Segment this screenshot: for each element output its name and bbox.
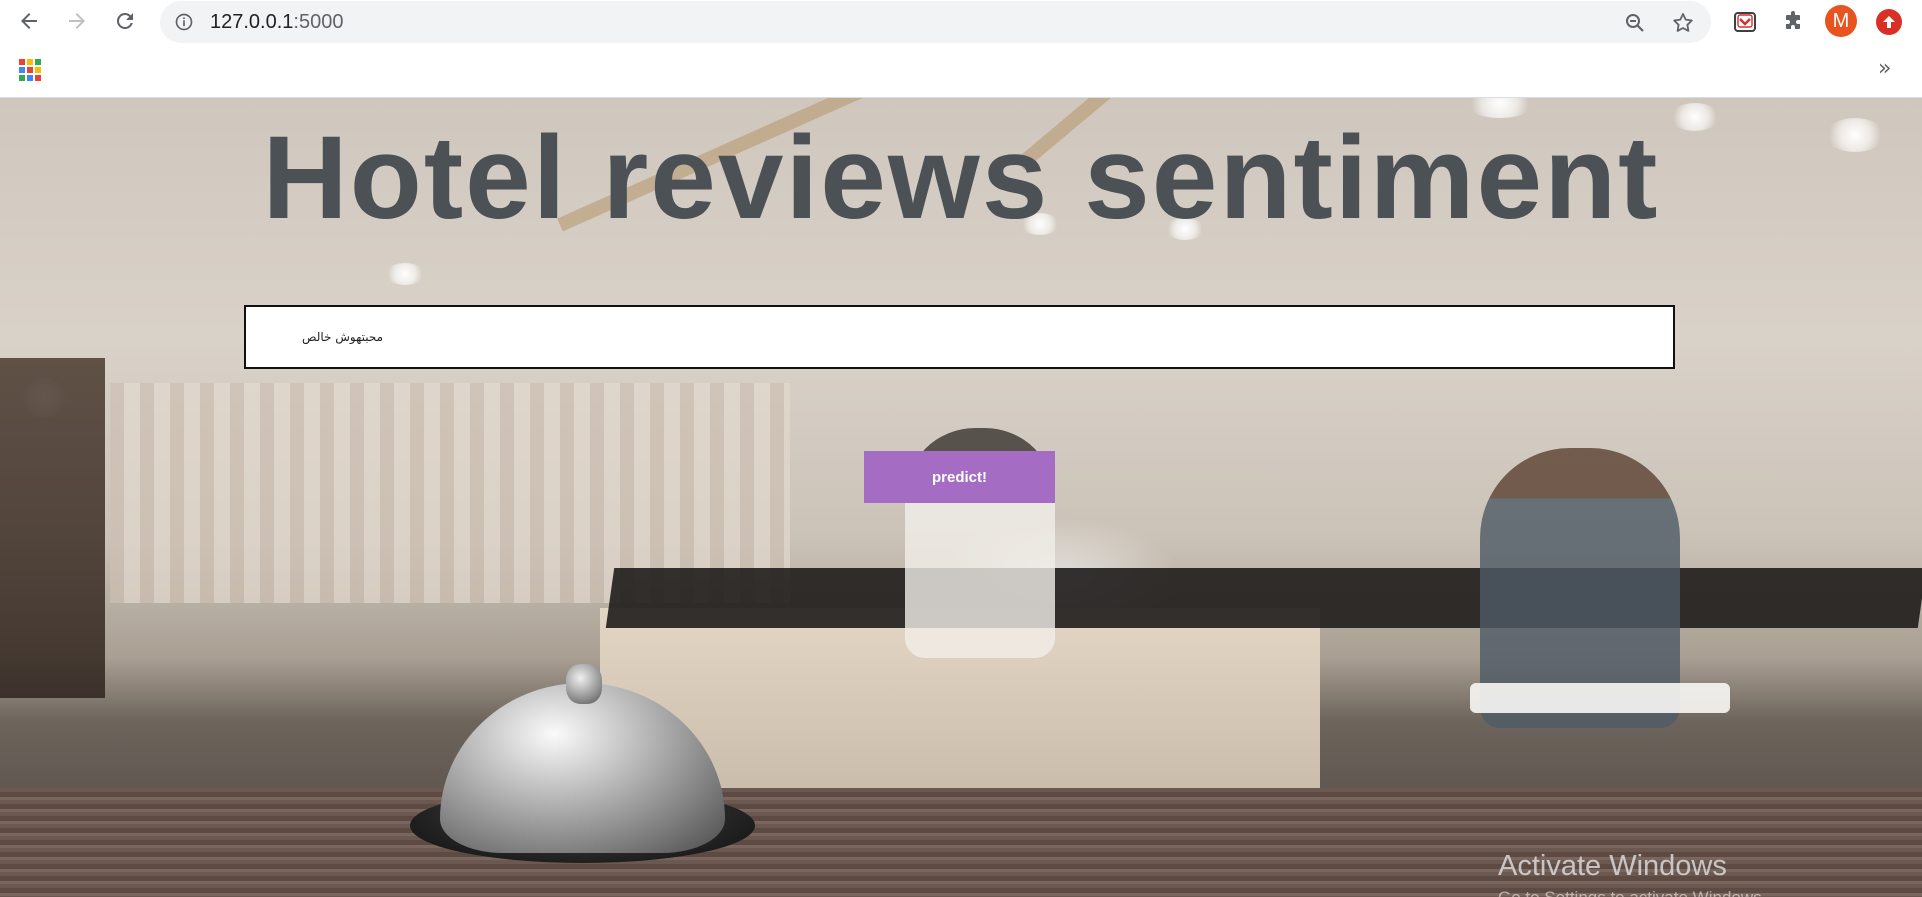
arrow-right-icon [69, 13, 85, 29]
url-host: 127.0.0.1 [210, 11, 294, 33]
reload-icon [116, 12, 133, 29]
browser-toolbar: 127.0.0.1:5000 M [0, 0, 1922, 44]
page-title: Hotel reviews sentiment [262, 112, 1660, 244]
service-bell-knob [566, 664, 602, 704]
arrow-up-icon [1883, 16, 1895, 28]
ceiling-light [385, 263, 425, 285]
extension-pocket-icon[interactable] [1730, 7, 1760, 37]
back-button[interactable] [14, 6, 44, 36]
papers-on-counter [1470, 683, 1730, 713]
bookmark-star-icon[interactable] [1671, 11, 1695, 35]
predict-button[interactable]: predict! [864, 451, 1055, 503]
address-bar[interactable]: 127.0.0.1:5000 [160, 1, 1711, 43]
reception-counter-top [605, 568, 1922, 628]
pocket-icon [1734, 12, 1756, 32]
activate-windows-title: Activate Windows [1498, 850, 1727, 882]
extensions-button[interactable] [1778, 7, 1808, 37]
page-viewport: Hotel reviews sentiment predict! Activat… [0, 98, 1922, 897]
puzzle-icon [1786, 11, 1800, 29]
activate-windows-subtitle: Go to Settings to activate Windows. [1498, 888, 1766, 897]
review-input[interactable] [244, 305, 1675, 369]
apps-grid-icon[interactable] [19, 59, 41, 81]
info-icon[interactable] [174, 12, 194, 32]
bookmarks-bar: » [0, 44, 1922, 98]
arrow-left-icon [21, 13, 37, 29]
forward-button[interactable] [62, 6, 92, 36]
zoom-icon[interactable] [1623, 11, 1647, 35]
update-button[interactable] [1876, 9, 1902, 35]
url-port: :5000 [293, 11, 344, 33]
reload-button[interactable] [110, 6, 140, 36]
url-text: 127.0.0.1:5000 [210, 11, 343, 34]
profile-avatar[interactable]: M [1825, 5, 1857, 37]
bookshelf [0, 358, 105, 698]
bookmarks-more-button[interactable]: » [1878, 56, 1891, 81]
